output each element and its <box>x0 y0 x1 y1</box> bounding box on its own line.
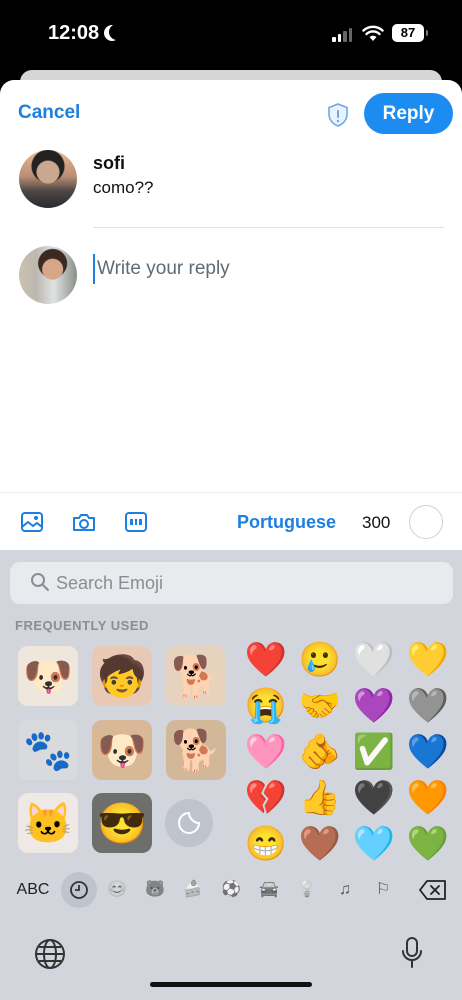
emoji-keyboard: FREQUENTLY USED 🐶 🧒 🐕 🐾 🐶 🐕 🐱 😎 ❤️ 🥲 🤍 💛… <box>0 550 462 1000</box>
emoji[interactable]: 💜 <box>352 684 396 728</box>
reply-input[interactable] <box>93 254 423 284</box>
reply-button[interactable]: Reply <box>364 93 453 134</box>
emoji[interactable]: 😭 <box>244 684 288 728</box>
section-label: FREQUENTLY USED <box>15 618 149 633</box>
avatar[interactable] <box>19 150 77 208</box>
emoji[interactable]: 🩵 <box>352 822 396 866</box>
emoji-search-input[interactable] <box>56 562 436 604</box>
gif-icon[interactable] <box>124 511 148 533</box>
user-name: sofi <box>93 153 126 173</box>
wifi-icon <box>362 25 384 41</box>
language-selector[interactable]: Portuguese <box>237 512 336 533</box>
character-count: 300 <box>362 513 391 532</box>
emoji[interactable]: 🩷 <box>244 730 288 774</box>
globe-icon[interactable] <box>34 938 66 970</box>
sticker[interactable]: 😎 <box>92 793 152 853</box>
emoji[interactable]: 🤍 <box>352 638 396 682</box>
battery-indicator: 87 <box>392 24 428 42</box>
emoji[interactable]: 💛 <box>406 638 450 682</box>
emoji[interactable]: 🩶 <box>406 684 450 728</box>
cancel-button[interactable]: Cancel <box>18 102 80 124</box>
emoji[interactable]: 🤝 <box>298 684 342 728</box>
microphone-icon[interactable] <box>400 936 424 970</box>
sticker[interactable]: 🐕 <box>166 720 226 780</box>
sticker[interactable]: 🐶 <box>92 720 152 780</box>
emoji-category-bar: ABC 😊 🐻 🍰 ⚽ 🚘 💡 ♫ ⚐ <box>0 870 462 910</box>
shield-icon[interactable] <box>326 102 350 128</box>
my-avatar <box>19 246 77 304</box>
abc-button[interactable]: ABC <box>15 876 51 904</box>
cellular-signal-icon <box>332 28 352 42</box>
sticker[interactable]: 🧒 <box>92 646 152 706</box>
flags-category-icon[interactable]: ⚐ <box>371 876 395 904</box>
emoji[interactable]: ❤️ <box>244 638 288 682</box>
image-icon[interactable] <box>20 511 44 533</box>
emoji-search[interactable] <box>10 562 453 604</box>
sticker-icon <box>178 811 201 834</box>
emoji[interactable]: 👍 <box>298 776 342 820</box>
status-bar: 12:08 87 <box>0 0 462 70</box>
emoji[interactable]: 🤎 <box>298 822 342 866</box>
status-time: 12:08 <box>48 22 100 44</box>
emoji[interactable]: 💔 <box>244 776 288 820</box>
recent-category-icon[interactable] <box>61 872 97 908</box>
emoji[interactable]: 😁 <box>244 822 288 866</box>
character-progress <box>409 505 443 539</box>
focus-moon-icon <box>109 24 125 40</box>
camera-icon[interactable] <box>72 511 96 533</box>
animals-category-icon[interactable]: 🐻 <box>143 876 167 904</box>
activity-category-icon[interactable]: ⚽ <box>219 876 243 904</box>
emoji[interactable]: 🖤 <box>352 776 396 820</box>
emoji[interactable]: 🫵 <box>298 730 342 774</box>
emoji[interactable]: 🧡 <box>406 776 450 820</box>
emoji[interactable]: ✅ <box>352 730 396 774</box>
divider <box>93 227 444 228</box>
search-icon <box>31 573 49 591</box>
emoji[interactable]: 🥲 <box>298 638 342 682</box>
home-indicator <box>150 982 312 987</box>
add-sticker-button[interactable] <box>165 799 213 847</box>
emoji[interactable]: 💚 <box>406 822 450 866</box>
objects-category-icon[interactable]: 💡 <box>295 876 319 904</box>
composer-toolbar: Portuguese 300 <box>0 492 462 550</box>
reply-sheet: Cancel Reply sofi como?? <box>0 80 462 550</box>
symbols-category-icon[interactable]: ♫ <box>333 876 357 904</box>
clock-icon <box>70 881 88 899</box>
sticker[interactable]: 🐶 <box>18 646 78 706</box>
smileys-category-icon[interactable]: 😊 <box>105 876 129 904</box>
sticker[interactable]: 🐕 <box>166 646 226 706</box>
original-message: como?? <box>93 178 154 197</box>
travel-category-icon[interactable]: 🚘 <box>257 876 281 904</box>
sticker[interactable]: 🐱 <box>18 793 78 853</box>
delete-icon[interactable] <box>418 878 448 902</box>
food-category-icon[interactable]: 🍰 <box>181 876 205 904</box>
emoji[interactable]: 💙 <box>406 730 450 774</box>
sticker[interactable]: 🐾 <box>18 720 78 780</box>
